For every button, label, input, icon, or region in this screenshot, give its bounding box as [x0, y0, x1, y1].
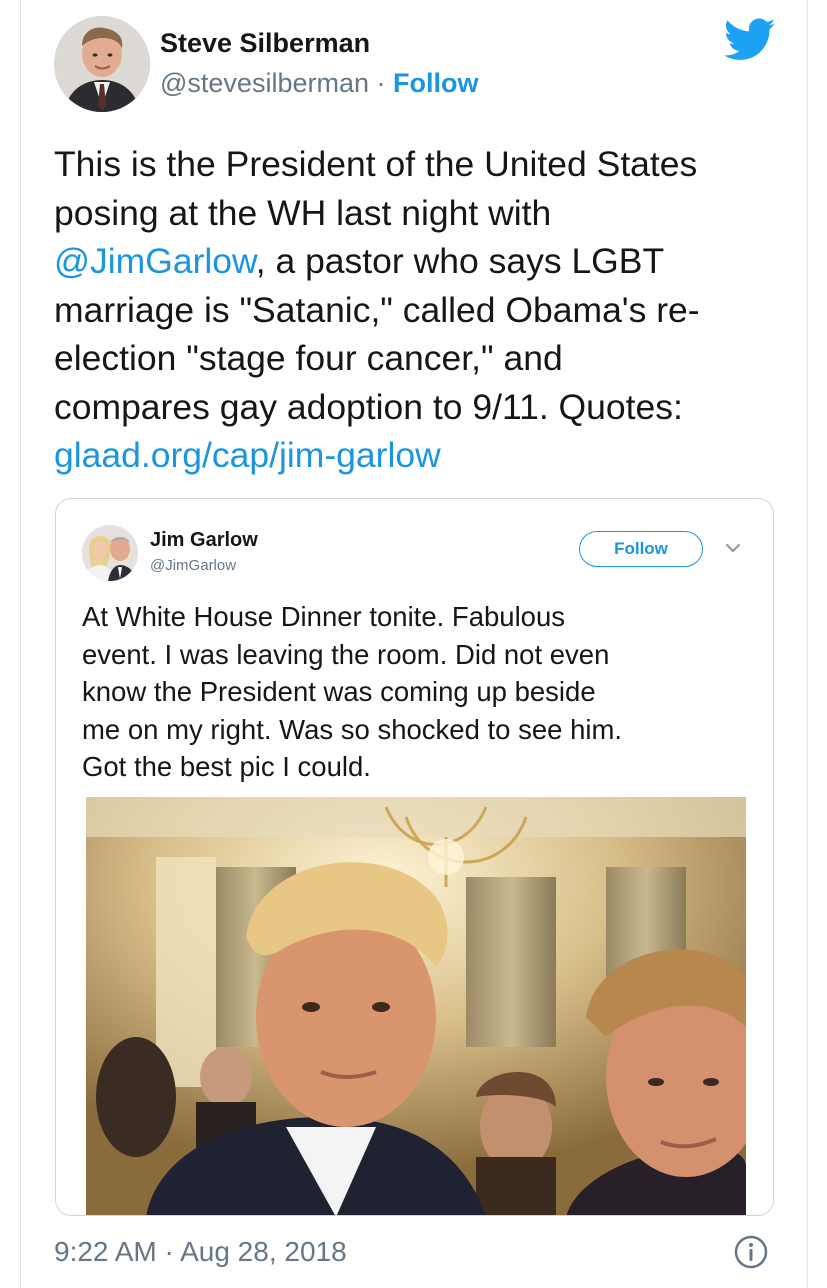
quoted-line: Got the best pic I could. — [82, 751, 371, 782]
tweet-line: compares gay adoption to 9/11. Quotes: — [54, 386, 683, 427]
tweet-line: This is the President of the United Stat… — [54, 144, 698, 184]
chevron-down-icon[interactable] — [724, 541, 742, 555]
info-icon[interactable] — [733, 1234, 769, 1270]
tweet-line: @JimGarlow, a pastor who says LGBT — [54, 237, 784, 286]
tweet-line: marriage is "Satanic," called Obama's re… — [54, 289, 700, 330]
author-name[interactable]: Steve Silberman — [160, 28, 370, 59]
tweet-line-text: , a pastor who says LGBT — [255, 241, 665, 281]
quoted-line: event. I was leaving the room. Did not e… — [82, 638, 610, 670]
tweet-photo[interactable] — [86, 797, 746, 1215]
photo-illustration — [86, 797, 746, 1215]
quoted-author-handle[interactable]: @JimGarlow — [150, 557, 236, 574]
tweet-line: posing at the WH last night with — [54, 192, 552, 233]
author-handle[interactable]: @stevesilberman — [160, 68, 369, 98]
twitter-bird-icon[interactable] — [724, 18, 776, 62]
follow-button[interactable]: Follow — [579, 531, 703, 567]
tweet-line: election "stage four cancer," and — [54, 338, 563, 378]
author-meta: @stevesilberman · Follow — [160, 68, 479, 99]
quoted-line: me on my right. Was so shocked to see hi… — [82, 713, 623, 745]
url-link[interactable]: glaad.org/cap/jim-garlow — [54, 431, 784, 480]
separator-dot: · — [376, 68, 386, 98]
quoted-tweet-body: At White House Dinner tonite. Fabulous e… — [82, 598, 762, 786]
tweet-timestamp[interactable]: 9:22 AM · Aug 28, 2018 — [54, 1236, 347, 1268]
mention-link[interactable]: @JimGarlow — [54, 241, 256, 281]
author-avatar[interactable] — [54, 16, 150, 112]
follow-link[interactable]: Follow — [393, 68, 478, 98]
quoted-author-avatar[interactable] — [82, 525, 138, 581]
tweet-body: This is the President of the United Stat… — [54, 140, 784, 480]
quoted-author-name[interactable]: Jim Garlow — [150, 529, 258, 552]
quoted-line: At White House Dinner tonite. Fabulous — [82, 601, 566, 632]
quoted-tweet[interactable]: Jim Garlow @JimGarlow Follow At White Ho… — [55, 498, 774, 1216]
quoted-line: know the President was coming up beside — [82, 676, 596, 707]
